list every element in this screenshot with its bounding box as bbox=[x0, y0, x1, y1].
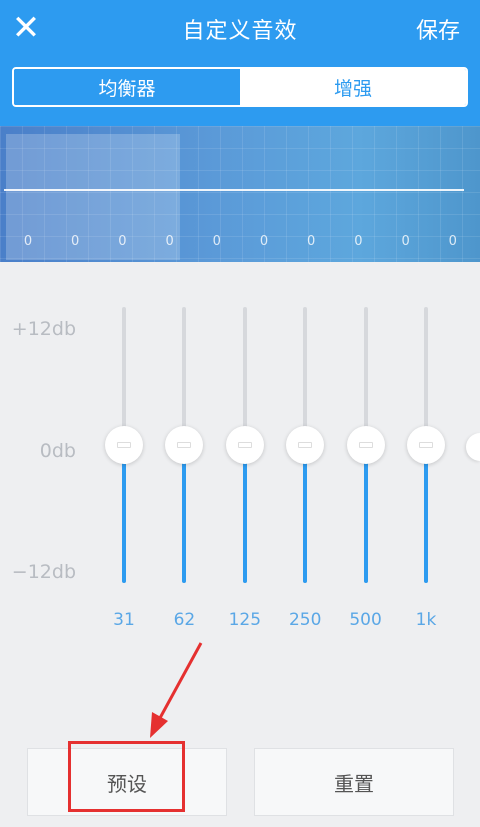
visualizer-value: 0 bbox=[307, 234, 316, 249]
slider-knob-partial[interactable] bbox=[466, 433, 480, 461]
tab-bar: 均衡器 增强 bbox=[12, 67, 468, 107]
frequency-label: 250 bbox=[288, 610, 322, 630]
db-label-mid: 0db bbox=[39, 440, 76, 462]
annotation-arrow-line bbox=[158, 642, 203, 719]
slider-fill bbox=[424, 445, 428, 583]
reset-button[interactable]: 重置 bbox=[254, 748, 454, 816]
slider-fill bbox=[363, 445, 368, 583]
visualizer-value: 0 bbox=[23, 234, 33, 249]
knob-grip-icon bbox=[117, 442, 131, 448]
slider-fill bbox=[182, 445, 187, 583]
slider-fill bbox=[303, 445, 308, 583]
visualizer-value: 0 bbox=[448, 234, 457, 249]
tab-enhance[interactable]: 增强 bbox=[240, 69, 466, 105]
slider-fill bbox=[122, 445, 126, 583]
slider-fill bbox=[242, 445, 247, 583]
slider-knob[interactable] bbox=[105, 426, 143, 464]
db-label-bottom: −12db bbox=[11, 561, 76, 583]
slider-knob[interactable] bbox=[407, 426, 445, 464]
visualizer-value: 0 bbox=[401, 234, 410, 249]
frequency-label: 62 bbox=[173, 610, 196, 630]
annotation-arrow-head bbox=[150, 712, 168, 738]
slider-knob[interactable] bbox=[346, 426, 385, 464]
save-button[interactable]: 保存 bbox=[416, 13, 460, 45]
slider-knob[interactable] bbox=[225, 426, 264, 464]
slider-knob[interactable] bbox=[165, 426, 204, 464]
header-bar: ✕ 自定义音效 保存 均衡器 增强 bbox=[0, 0, 480, 126]
knob-grip-icon bbox=[358, 442, 373, 448]
knob-grip-icon bbox=[237, 442, 252, 448]
visualizer-value: 0 bbox=[212, 234, 221, 249]
visualizer-value: 0 bbox=[165, 234, 174, 249]
visualizer-value: 0 bbox=[354, 234, 363, 249]
tab-equalizer[interactable]: 均衡器 bbox=[14, 69, 240, 105]
visualizer-value: 0 bbox=[259, 234, 269, 249]
knob-grip-icon bbox=[177, 442, 192, 448]
visualizer-value: 0 bbox=[71, 234, 80, 249]
page-title: 自定义音效 bbox=[182, 19, 298, 44]
knob-grip-icon bbox=[298, 442, 313, 448]
annotation-highlight-box bbox=[68, 741, 185, 812]
frequency-label: 31 bbox=[113, 610, 135, 630]
frequency-label: 500 bbox=[349, 610, 382, 630]
db-label-top: +12db bbox=[11, 318, 76, 340]
visualizer-curve bbox=[4, 189, 464, 191]
visualizer-value: 0 bbox=[118, 234, 127, 249]
frequency-label: 1k bbox=[415, 610, 437, 630]
knob-grip-icon bbox=[419, 442, 433, 448]
slider-knob[interactable] bbox=[286, 426, 325, 464]
frequency-label: 125 bbox=[228, 610, 262, 630]
